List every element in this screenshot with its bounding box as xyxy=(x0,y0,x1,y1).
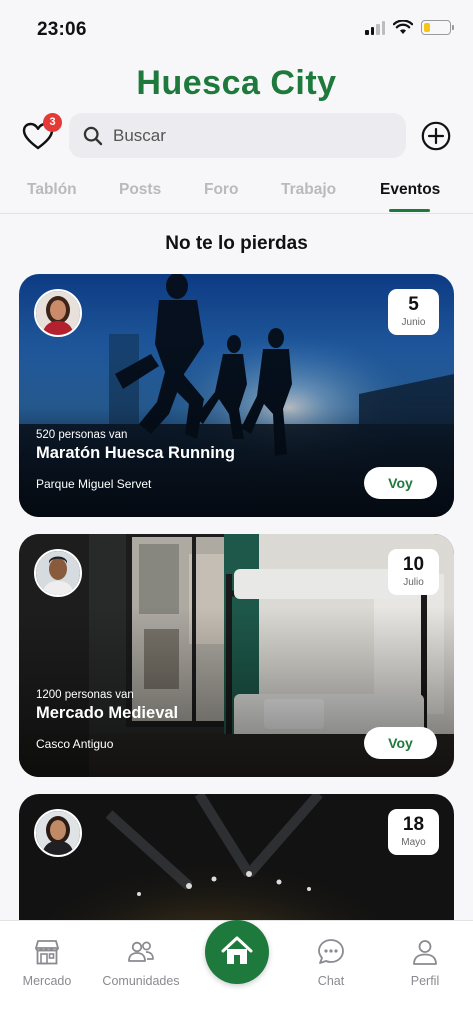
event-day: 5 xyxy=(408,294,419,315)
app-title: Huesca City xyxy=(136,64,337,102)
event-month: Mayo xyxy=(401,837,426,848)
tab-eventos[interactable]: Eventos xyxy=(380,181,440,199)
search-icon xyxy=(83,126,103,145)
avatar[interactable] xyxy=(34,549,82,597)
favorites-badge: 3 xyxy=(43,113,62,132)
chat-icon xyxy=(318,939,344,964)
tab-posts[interactable]: Posts xyxy=(119,181,161,199)
search-bar[interactable] xyxy=(69,113,406,158)
nav-home[interactable] xyxy=(205,920,269,984)
event-date: 10 Julio xyxy=(388,549,439,595)
event-title: Maratón Huesca Running xyxy=(36,444,235,462)
signal-icon xyxy=(365,20,385,35)
tab-foro[interactable]: Foro xyxy=(204,181,238,199)
status-icons xyxy=(365,20,454,35)
event-date: 18 Mayo xyxy=(388,809,439,855)
status-bar: 23:06 xyxy=(0,0,473,58)
nav-label: Mercado xyxy=(22,974,72,988)
section-title: No te lo pierdas xyxy=(165,233,308,254)
people-icon xyxy=(128,941,154,962)
avatar[interactable] xyxy=(34,289,82,337)
battery-icon xyxy=(421,20,454,35)
attend-button[interactable]: Voy xyxy=(364,727,437,759)
event-month: Junio xyxy=(401,317,426,328)
event-day: 10 xyxy=(402,554,425,575)
event-date: 5 Junio xyxy=(388,289,439,335)
status-time: 23:06 xyxy=(37,19,87,40)
bottom-nav: Mercado Comunidades Chat Perfil xyxy=(0,920,473,1024)
event-card[interactable]: 5 Junio 520 personas van Maratón Huesca … xyxy=(19,274,454,517)
event-month: Julio xyxy=(403,577,424,588)
nav-mercado[interactable]: Mercado xyxy=(1,937,93,988)
home-icon xyxy=(221,936,253,964)
nav-label: Perfil xyxy=(410,974,440,988)
wifi-icon xyxy=(393,20,413,34)
event-location: Casco Antiguo xyxy=(36,737,114,751)
event-attendees: 520 personas van xyxy=(36,429,128,441)
nav-comunidades[interactable]: Comunidades xyxy=(95,937,187,988)
active-tab-indicator xyxy=(389,209,430,212)
avatar[interactable] xyxy=(34,809,82,857)
nav-label: Chat xyxy=(317,974,345,988)
event-card[interactable]: 10 Julio 1200 personas van Mercado Medie… xyxy=(19,534,454,777)
search-input[interactable] xyxy=(113,125,373,146)
tab-bar: Tablón Posts Foro Trabajo Eventos xyxy=(0,172,473,214)
event-attendees: 1200 personas van xyxy=(36,689,134,701)
add-icon[interactable] xyxy=(421,121,451,151)
event-day: 18 xyxy=(402,814,425,835)
tab-trabajo[interactable]: Trabajo xyxy=(281,181,336,199)
nav-chat[interactable]: Chat xyxy=(285,937,377,988)
store-icon xyxy=(35,940,59,965)
event-location: Parque Miguel Servet xyxy=(36,477,152,491)
person-icon xyxy=(413,940,437,965)
event-title: Mercado Medieval xyxy=(36,704,179,722)
nav-label: Comunidades xyxy=(102,974,180,988)
nav-perfil[interactable]: Perfil xyxy=(379,937,471,988)
attend-button[interactable]: Voy xyxy=(364,467,437,499)
tab-tablon[interactable]: Tablón xyxy=(27,181,77,199)
